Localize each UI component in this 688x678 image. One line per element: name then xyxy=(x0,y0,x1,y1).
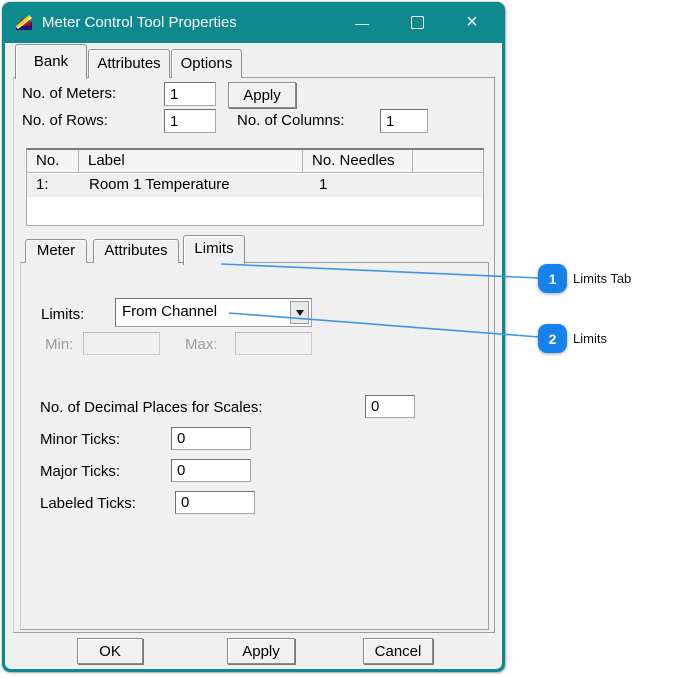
max-input xyxy=(235,332,312,355)
max-label: Max: xyxy=(185,336,218,353)
decimal-places-input[interactable] xyxy=(365,395,415,418)
columns-input[interactable] xyxy=(380,109,428,133)
close-icon[interactable]: × xyxy=(450,2,494,43)
meters-label: No. of Meters: xyxy=(22,85,117,102)
labeled-ticks-input[interactable] xyxy=(175,491,255,514)
callout-badge-1: 1 xyxy=(538,264,567,293)
list-cell-no: 1: xyxy=(36,176,49,193)
limits-dropdown-value: From Channel xyxy=(122,303,218,320)
callout-badge-2: 2 xyxy=(538,324,567,353)
major-ticks-input[interactable] xyxy=(171,459,251,482)
titlebar[interactable]: Meter Control Tool Properties — × xyxy=(2,2,505,43)
tab-meter[interactable]: Meter xyxy=(25,239,87,263)
list-header-needles: No. Needles xyxy=(303,150,413,173)
min-label: Min: xyxy=(45,336,74,353)
maximize-icon[interactable] xyxy=(395,2,439,43)
apply-button[interactable]: Apply xyxy=(227,638,295,664)
ok-button[interactable]: OK xyxy=(77,638,143,664)
labeled-ticks-label: Labeled Ticks: xyxy=(40,495,136,512)
window-title: Meter Control Tool Properties xyxy=(42,14,237,31)
limits-dropdown[interactable]: From Channel xyxy=(115,298,312,327)
limits-label: Limits: xyxy=(41,306,85,323)
chevron-down-icon xyxy=(295,309,304,316)
list-header-no: No. xyxy=(27,150,79,173)
list-cell-label: Room 1 Temperature xyxy=(89,176,230,193)
callout-label-1: Limits Tab xyxy=(573,271,632,286)
meter-list: No. Label No. Needles 1: Room 1 Temperat… xyxy=(26,148,484,226)
minor-ticks-input[interactable] xyxy=(171,427,251,450)
tab-attributes[interactable]: Attributes xyxy=(88,49,170,78)
app-icon xyxy=(15,15,33,31)
tab-options[interactable]: Options xyxy=(171,49,242,78)
minimize-icon[interactable]: — xyxy=(340,2,384,43)
dropdown-arrow-button[interactable] xyxy=(290,301,309,324)
major-ticks-label: Major Ticks: xyxy=(40,463,121,480)
dialog-window: Meter Control Tool Properties — × Bank A… xyxy=(2,2,505,672)
minor-ticks-label: Minor Ticks: xyxy=(40,431,121,448)
tab-meter-attributes[interactable]: Attributes xyxy=(93,239,179,263)
rows-input[interactable] xyxy=(164,109,216,133)
apply-meters-button[interactable]: Apply xyxy=(228,82,296,108)
decimal-places-label: No. of Decimal Places for Scales: xyxy=(40,399,263,416)
cancel-button[interactable]: Cancel xyxy=(363,638,433,664)
tab-bank[interactable]: Bank xyxy=(15,44,87,79)
min-input xyxy=(83,332,160,355)
list-header-label: Label xyxy=(79,150,303,173)
meters-input[interactable] xyxy=(164,82,216,106)
screenshot-stage: Meter Control Tool Properties — × Bank A… xyxy=(0,0,688,678)
callout-label-2: Limits xyxy=(573,331,607,346)
list-row-selected[interactable]: 1: Room 1 Temperature 1 xyxy=(27,174,483,197)
columns-label: No. of Columns: xyxy=(237,112,345,129)
list-header-filler xyxy=(413,150,483,173)
list-cell-needles: 1 xyxy=(319,176,328,193)
rows-label: No. of Rows: xyxy=(22,112,108,129)
tab-limits[interactable]: Limits xyxy=(183,235,245,265)
